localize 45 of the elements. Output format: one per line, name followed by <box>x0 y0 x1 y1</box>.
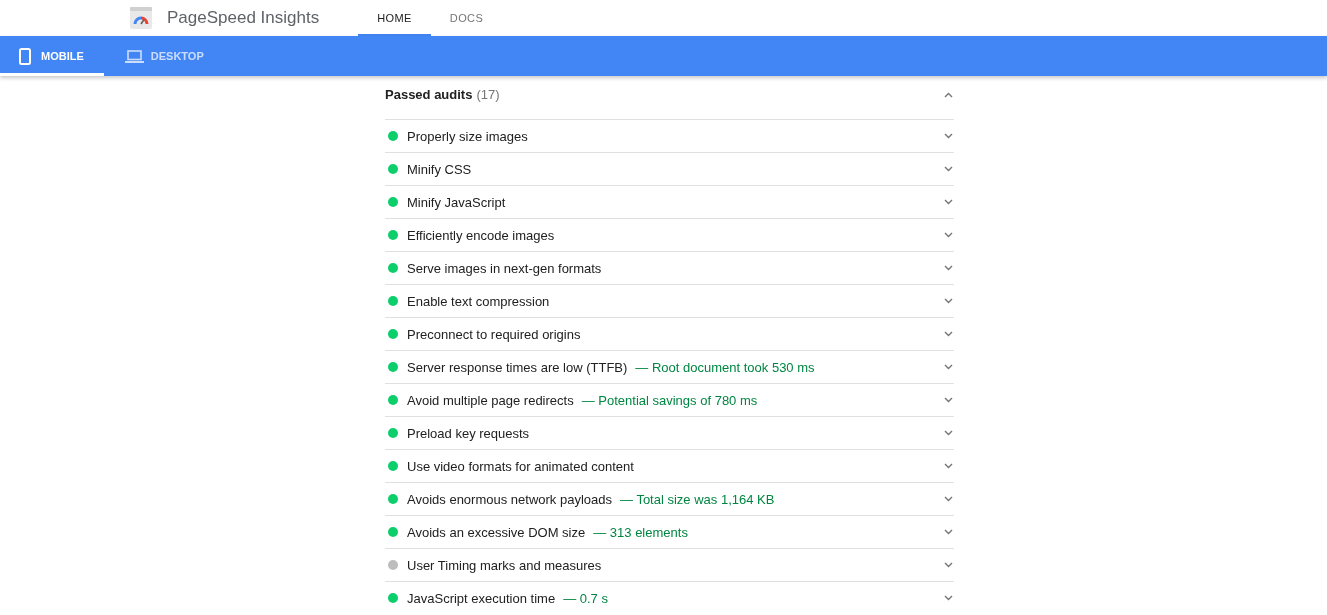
chevron-down-icon[interactable] <box>944 133 953 139</box>
audit-title: Minify CSS <box>407 161 472 177</box>
audit-title: Avoids enormous network payloads <box>407 491 612 507</box>
audit-detail: — 313 elements <box>593 524 688 540</box>
audit-title: User Timing marks and measures <box>407 557 602 573</box>
chevron-down-icon[interactable] <box>944 166 953 172</box>
app-title: PageSpeed Insights <box>167 8 320 28</box>
phone-icon <box>19 47 31 65</box>
chevron-down-icon[interactable] <box>944 232 953 238</box>
chevron-down-icon[interactable] <box>944 265 953 271</box>
chevron-down-icon[interactable] <box>944 199 953 205</box>
audit-title: Serve images in next-gen formats <box>407 260 602 276</box>
audit-title: Avoid multiple page redirects <box>407 392 574 408</box>
chevron-down-icon[interactable] <box>944 298 953 304</box>
device-tab[interactable]: DESKTOP <box>103 36 224 76</box>
chevron-down-icon[interactable] <box>944 562 953 568</box>
chevron-up-icon[interactable] <box>944 92 953 98</box>
chevron-down-icon[interactable] <box>944 595 953 601</box>
chevron-down-icon[interactable] <box>944 463 953 469</box>
audit-title: Server response times are low (TTFB) <box>407 359 628 375</box>
audit-title: Properly size images <box>407 128 528 144</box>
audit-title: Efficiently encode images <box>407 227 555 243</box>
audit-title: Preload key requests <box>407 425 530 441</box>
audit-title: JavaScript execution time <box>407 590 556 606</box>
audit-title: Use video formats for animated content <box>407 458 634 474</box>
chevron-down-icon[interactable] <box>944 430 953 436</box>
audit-title: Avoids an excessive DOM size <box>407 524 586 540</box>
laptop-icon <box>124 49 144 63</box>
chevron-down-icon[interactable] <box>944 331 953 337</box>
speedometer-logo-icon <box>130 7 152 29</box>
chevron-down-icon[interactable] <box>944 529 953 535</box>
audit-detail: — 0.7 s <box>563 590 608 606</box>
audit-title: Preconnect to required origins <box>407 326 581 342</box>
audit-detail: — Root document took 530 ms <box>635 359 815 375</box>
section-title: Passed audits <box>385 87 473 103</box>
chevron-down-icon[interactable] <box>944 496 953 502</box>
audit-title: Enable text compression <box>407 293 550 309</box>
nav-tab[interactable]: DOCS <box>430 0 503 36</box>
chevron-down-icon[interactable] <box>944 364 953 370</box>
audit-title: Minify JavaScript <box>407 194 506 210</box>
device-tab[interactable]: MOBILE <box>0 36 104 76</box>
audit-detail: — Potential savings of 780 ms <box>581 392 758 408</box>
audit-count: (17) <box>476 87 500 103</box>
chevron-down-icon[interactable] <box>944 397 953 403</box>
audit-detail: — Total size was 1,164 KB <box>620 491 775 507</box>
